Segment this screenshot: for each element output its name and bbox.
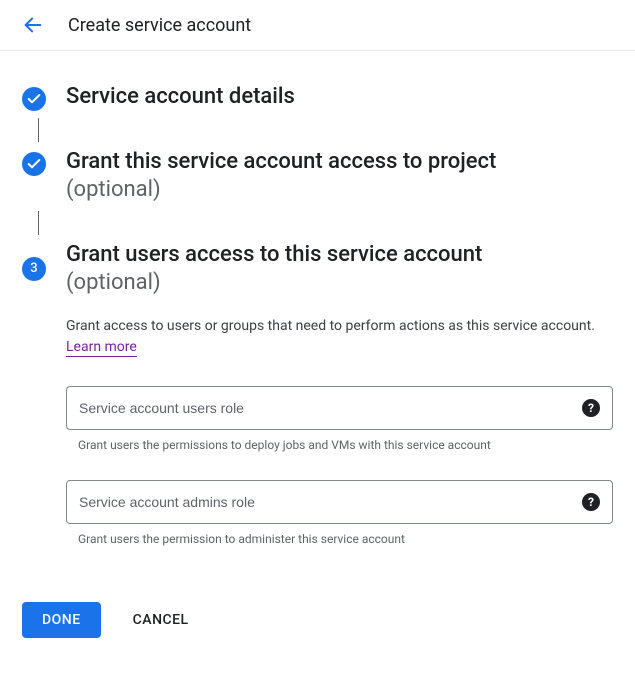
step-3-description-text: Grant access to users or groups that nee… [66,318,595,334]
step-2-title: Grant this service account access to pro… [66,148,613,177]
admins-role-hint: Grant users the permission to administer… [66,532,613,546]
button-row: DONE CANCEL [22,602,613,638]
step-3-description: Grant access to users or groups that nee… [66,316,613,358]
step-connector [38,118,39,142]
step-3-title: Grant users access to this service accou… [66,241,613,270]
step-complete-icon [22,152,46,176]
step-complete-icon [22,87,46,111]
step-3-optional: (optional) [66,269,613,298]
step-3: 3 Grant users access to this service acc… [22,241,613,546]
step-2-optional: (optional) [66,176,613,205]
cancel-button[interactable]: CANCEL [129,602,193,638]
users-role-input-wrap[interactable]: ? [66,386,613,430]
admins-role-input-wrap[interactable]: ? [66,480,613,524]
page-title: Create service account [68,15,251,36]
admins-role-input[interactable] [79,494,582,510]
step-number-badge: 3 [22,257,46,281]
done-button[interactable]: DONE [22,602,101,638]
admins-role-field-group: ? Grant users the permission to administ… [66,480,613,546]
step-connector [38,211,39,235]
help-icon[interactable]: ? [582,493,600,511]
help-icon[interactable]: ? [582,399,600,417]
users-role-hint: Grant users the permissions to deploy jo… [66,438,613,452]
step-1[interactable]: Service account details [22,83,613,112]
users-role-input[interactable] [79,400,582,416]
learn-more-link[interactable]: Learn more [66,339,137,357]
step-1-title: Service account details [66,83,613,112]
step-2[interactable]: Grant this service account access to pro… [22,148,613,205]
users-role-field-group: ? Grant users the permissions to deploy … [66,386,613,452]
back-arrow-icon[interactable] [22,14,44,36]
page-header: Create service account [0,0,635,51]
page-content: Service account details Grant this servi… [0,51,635,662]
